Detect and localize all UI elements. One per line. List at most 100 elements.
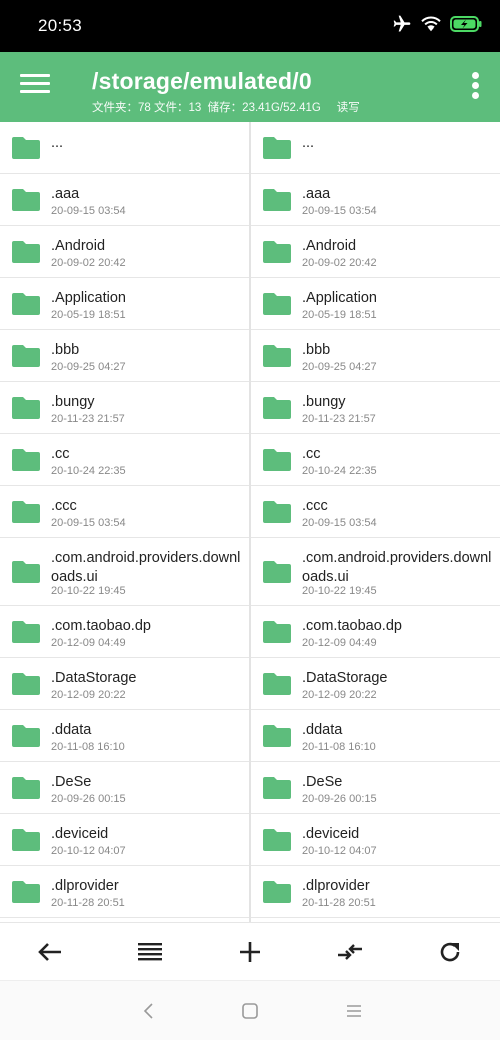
file-list-item[interactable]: .cc 20-10-24 22:35 bbox=[0, 434, 249, 486]
file-list-item[interactable]: .bbb 20-09-25 04:27 bbox=[0, 330, 249, 382]
file-modified-date: 20-12-09 20:22 bbox=[51, 689, 126, 701]
storage-summary: 文件夹：78 文件：13 储存：23.41G/52.41G 读写 bbox=[92, 102, 360, 114]
file-modified-date: 20-09-26 00:15 bbox=[51, 793, 126, 805]
file-name: .deviceid bbox=[51, 826, 109, 842]
file-list-item[interactable]: .bungy 20-11-23 21:57 bbox=[0, 382, 249, 434]
file-list-item[interactable]: .cc 20-10-24 22:35 bbox=[251, 434, 500, 486]
file-name: .bungy bbox=[302, 394, 346, 410]
left-file-list[interactable]: ... .aaa 20-09-15 03:54 .Android 20-09-02 20… bbox=[0, 122, 249, 922]
file-modified-date: 20-09-15 03:54 bbox=[302, 205, 377, 217]
status-bar: 20:53 bbox=[0, 0, 500, 52]
file-name: .ddata bbox=[302, 722, 343, 738]
folder-icon bbox=[261, 500, 293, 524]
file-modified-date: 20-10-12 04:07 bbox=[51, 845, 126, 857]
file-name: .com.android.providers.downloads.ui bbox=[51, 550, 241, 585]
nav-home-icon[interactable] bbox=[235, 999, 265, 1023]
file-list-item[interactable]: .dlprovider 20-11-28 20:51 bbox=[0, 866, 249, 918]
file-list-item[interactable]: .com.android.providers.downloads.ui 20-10… bbox=[0, 538, 249, 606]
airplane-mode-icon bbox=[393, 15, 411, 32]
folder-icon bbox=[10, 776, 42, 800]
back-arrow-icon[interactable] bbox=[30, 933, 70, 971]
file-list-item[interactable]: .aaa 20-09-15 03:54 bbox=[251, 174, 500, 226]
file-modified-date: 20-05-19 18:51 bbox=[302, 309, 377, 321]
file-modified-date: 20-11-28 20:51 bbox=[51, 897, 125, 909]
file-modified-date: 20-09-25 04:27 bbox=[302, 361, 377, 373]
file-modified-date: 20-10-12 04:07 bbox=[302, 845, 377, 857]
folder-icon bbox=[261, 448, 293, 472]
file-list-item[interactable]: .ccc 20-09-15 03:54 bbox=[0, 486, 249, 538]
file-list-item[interactable]: .com.android.providers.downloads.ui 20-10… bbox=[251, 538, 500, 606]
file-list-item[interactable]: .bbb 20-09-25 04:27 bbox=[251, 330, 500, 382]
folder-icon bbox=[261, 724, 293, 748]
file-list-item[interactable]: .com.taobao.dp 20-12-09 04:49 bbox=[0, 606, 249, 658]
folder-icon bbox=[261, 776, 293, 800]
file-name: .Application bbox=[51, 290, 126, 306]
file-list-item[interactable]: .Android 20-09-02 20:42 bbox=[251, 226, 500, 278]
system-nav-bar bbox=[0, 980, 500, 1040]
file-modified-date: 20-11-23 21:57 bbox=[302, 413, 376, 425]
file-list-item[interactable]: .deviceid 20-10-12 04:07 bbox=[0, 814, 249, 866]
file-list-item[interactable]: ... bbox=[251, 122, 500, 174]
menu-icon[interactable] bbox=[20, 74, 50, 100]
file-list-item[interactable]: .ddata 20-11-08 16:10 bbox=[251, 710, 500, 762]
file-list-item[interactable]: ... bbox=[0, 122, 249, 174]
file-name: .ccc bbox=[302, 498, 328, 514]
more-options-icon[interactable] bbox=[470, 72, 480, 104]
bottom-toolbar bbox=[0, 922, 500, 980]
battery-charging-icon bbox=[450, 16, 482, 32]
file-list-item[interactable]: .aaa 20-09-15 03:54 bbox=[0, 174, 249, 226]
file-name: .Application bbox=[302, 290, 377, 306]
file-panes: ... .aaa 20-09-15 03:54 .Android 20-09-02 20… bbox=[0, 122, 500, 922]
refresh-icon[interactable] bbox=[430, 933, 470, 971]
folder-icon bbox=[261, 620, 293, 644]
right-file-list[interactable]: ... .aaa 20-09-15 03:54 .Android 20-09-02 20… bbox=[251, 122, 500, 922]
file-modified-date: 20-11-28 20:51 bbox=[302, 897, 376, 909]
file-name: .bbb bbox=[302, 342, 331, 358]
file-name: .com.taobao.dp bbox=[51, 618, 151, 634]
file-list-item[interactable]: .DeSe 20-09-26 00:15 bbox=[0, 762, 249, 814]
file-list-item[interactable]: .dlprovider 20-11-28 20:51 bbox=[251, 866, 500, 918]
folder-icon bbox=[10, 188, 42, 212]
file-name: ... bbox=[51, 135, 64, 151]
file-list-item[interactable]: .DataStorage 20-12-09 20:22 bbox=[251, 658, 500, 710]
folder-icon bbox=[261, 828, 293, 852]
swap-icon[interactable] bbox=[330, 933, 370, 971]
file-list-item[interactable]: .ddata 20-11-08 16:10 bbox=[0, 710, 249, 762]
file-name: .bbb bbox=[51, 342, 80, 358]
file-name: .com.taobao.dp bbox=[302, 618, 402, 634]
wifi-icon bbox=[421, 16, 441, 32]
file-list-item[interactable]: .deviceid 20-10-12 04:07 bbox=[251, 814, 500, 866]
file-list-item[interactable]: .Application 20-05-19 18:51 bbox=[251, 278, 500, 330]
file-list-item[interactable]: .com.taobao.dp 20-12-09 04:49 bbox=[251, 606, 500, 658]
add-icon[interactable] bbox=[230, 933, 270, 971]
file-name: .ddata bbox=[51, 722, 92, 738]
file-modified-date: 20-09-26 00:15 bbox=[302, 793, 377, 805]
file-name: ... bbox=[302, 135, 315, 151]
file-modified-date: 20-11-08 16:10 bbox=[51, 741, 125, 753]
app-bar: /storage/emulated/0 文件夹：78 文件：13 储存：23.4… bbox=[0, 52, 500, 122]
nav-back-icon[interactable] bbox=[134, 999, 164, 1023]
list-view-icon[interactable] bbox=[130, 933, 170, 971]
folder-icon bbox=[261, 292, 293, 316]
file-name: .aaa bbox=[302, 186, 331, 202]
file-modified-date: 20-12-09 04:49 bbox=[51, 637, 126, 649]
file-name: .DeSe bbox=[302, 774, 343, 790]
folder-icon bbox=[261, 880, 293, 904]
status-time: 20:53 bbox=[38, 16, 83, 35]
file-list-item[interactable]: .DataStorage 20-12-09 20:22 bbox=[0, 658, 249, 710]
file-list-item[interactable]: .DeSe 20-09-26 00:15 bbox=[251, 762, 500, 814]
file-modified-date: 20-05-19 18:51 bbox=[51, 309, 126, 321]
file-modified-date: 20-09-25 04:27 bbox=[51, 361, 126, 373]
folder-icon bbox=[10, 240, 42, 264]
file-list-item[interactable]: .Application 20-05-19 18:51 bbox=[0, 278, 249, 330]
file-modified-date: 20-11-08 16:10 bbox=[302, 741, 376, 753]
file-list-item[interactable]: .bungy 20-11-23 21:57 bbox=[251, 382, 500, 434]
file-modified-date: 20-10-24 22:35 bbox=[302, 465, 377, 477]
file-list-item[interactable]: .ccc 20-09-15 03:54 bbox=[251, 486, 500, 538]
file-name: .com.android.providers.downloads.ui bbox=[302, 550, 492, 585]
folder-icon bbox=[10, 620, 42, 644]
nav-recents-icon[interactable] bbox=[339, 999, 369, 1023]
file-name: .Android bbox=[51, 238, 106, 254]
file-modified-date: 20-12-09 04:49 bbox=[302, 637, 377, 649]
file-list-item[interactable]: .Android 20-09-02 20:42 bbox=[0, 226, 249, 278]
